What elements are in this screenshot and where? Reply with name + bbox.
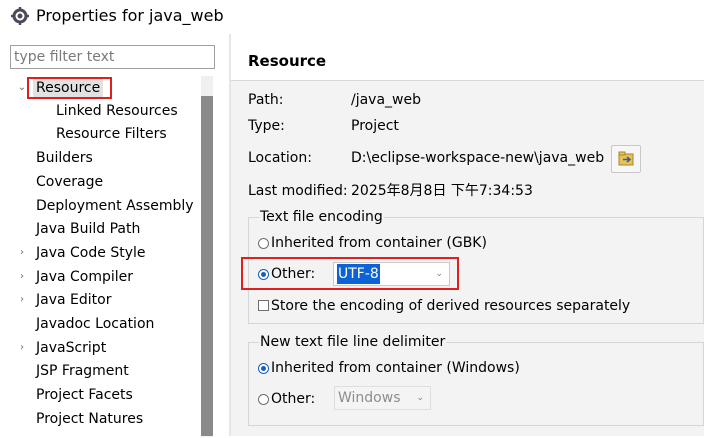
tree-item-java-code-style[interactable]: Java Code Style xyxy=(36,242,145,264)
tree-item-label: JSP Fragment xyxy=(36,363,129,379)
tree-item-java-compiler[interactable]: Java Compiler xyxy=(36,266,133,288)
tree-item-deployment-assembly[interactable]: Deployment Assembly xyxy=(36,195,194,217)
tree-item-label: Project Natures xyxy=(36,411,144,427)
inherited-encoding-label[interactable]: Inherited from container (GBK) xyxy=(271,233,487,253)
folder-arrow-icon xyxy=(618,151,634,166)
tree-item-linked-resources[interactable]: Linked Resources xyxy=(56,100,178,122)
chevron-right-icon[interactable]: › xyxy=(17,266,27,288)
last-modified-label: Last modified: xyxy=(248,183,348,199)
last-modified-value: 2025年8月8日 下午7:34:53 xyxy=(351,183,533,199)
tree-item-jsp-fragment[interactable]: JSP Fragment xyxy=(36,360,129,382)
chevron-down-icon[interactable]: ⌄ xyxy=(17,77,27,99)
page-title: Resource xyxy=(248,52,327,70)
tree-scrollbar-thumb[interactable] xyxy=(201,96,213,436)
tree-item-label: Resource Filters xyxy=(56,126,167,142)
tree-item-builders[interactable]: Builders xyxy=(36,147,93,169)
derived-encoding-label[interactable]: Store the encoding of derived resources … xyxy=(271,296,630,316)
chevron-right-icon[interactable]: › xyxy=(17,337,27,359)
inherited-delimiter-label[interactable]: Inherited from container (Windows) xyxy=(271,358,520,378)
tree-item-java-editor[interactable]: Java Editor xyxy=(36,289,111,311)
tree-item-label: Java Editor xyxy=(36,292,112,308)
tree-item-coverage[interactable]: Coverage xyxy=(36,171,103,193)
tree-item-javascript[interactable]: JavaScript xyxy=(36,337,106,359)
other-delimiter-label[interactable]: Other: xyxy=(271,389,315,409)
path-value: /java_web xyxy=(351,92,421,108)
inherited-delimiter-radio[interactable] xyxy=(258,363,269,374)
chevron-right-icon[interactable]: › xyxy=(17,242,27,264)
path-label: Path: xyxy=(248,92,284,108)
highlight-box xyxy=(241,257,459,290)
tree-item-label: Coverage xyxy=(36,174,104,190)
highlight-box xyxy=(27,77,112,99)
location-label: Location: xyxy=(248,150,312,166)
inherited-encoding-radio[interactable] xyxy=(258,238,269,249)
window-title: Properties for java_web xyxy=(36,6,224,25)
tree-item-project-facets[interactable]: Project Facets xyxy=(36,384,133,406)
title-bar: Properties for java_web xyxy=(0,0,704,34)
text-encoding-title: Text file encoding xyxy=(259,207,384,227)
header-divider xyxy=(231,80,704,81)
tree-item-javadoc-location[interactable]: Javadoc Location xyxy=(36,313,154,335)
property-tree: ⌄ Resource Linked Resources Resource Fil… xyxy=(0,76,200,438)
tree-item-java-build-path[interactable]: Java Build Path xyxy=(36,218,140,240)
tree-item-resource-filters[interactable]: Resource Filters xyxy=(56,123,167,145)
tree-item-label: Java Compiler xyxy=(36,269,134,285)
open-location-button[interactable] xyxy=(611,145,641,173)
tree-item-label: Linked Resources xyxy=(56,103,178,119)
tree-item-label: Java Code Style xyxy=(36,245,146,261)
chevron-right-icon[interactable]: › xyxy=(17,289,27,311)
tree-item-label: Deployment Assembly xyxy=(36,198,194,214)
line-delimiter-title: New text file line delimiter xyxy=(259,332,447,352)
tree-item-label: Builders xyxy=(36,150,93,166)
chevron-down-icon: ⌄ xyxy=(416,393,424,403)
tree-item-label: Java Build Path xyxy=(36,221,141,237)
derived-encoding-checkbox[interactable] xyxy=(258,300,269,311)
line-delimiter-group xyxy=(248,342,704,426)
eclipse-gear-icon xyxy=(11,7,29,25)
type-value: Project xyxy=(351,118,399,134)
tree-item-label: Javadoc Location xyxy=(36,316,155,332)
tree-item-label: Project Facets xyxy=(36,387,133,403)
tree-item-label: JavaScript xyxy=(36,340,107,356)
location-value: D:\eclipse-workspace-new\java_web xyxy=(351,150,605,166)
delimiter-select-value: Windows xyxy=(338,390,401,406)
other-delimiter-radio[interactable] xyxy=(258,394,269,405)
type-label: Type: xyxy=(248,118,285,134)
filter-input[interactable] xyxy=(10,45,215,69)
delimiter-select[interactable]: Windows ⌄ xyxy=(334,386,431,410)
tree-item-project-natures[interactable]: Project Natures xyxy=(36,408,143,430)
